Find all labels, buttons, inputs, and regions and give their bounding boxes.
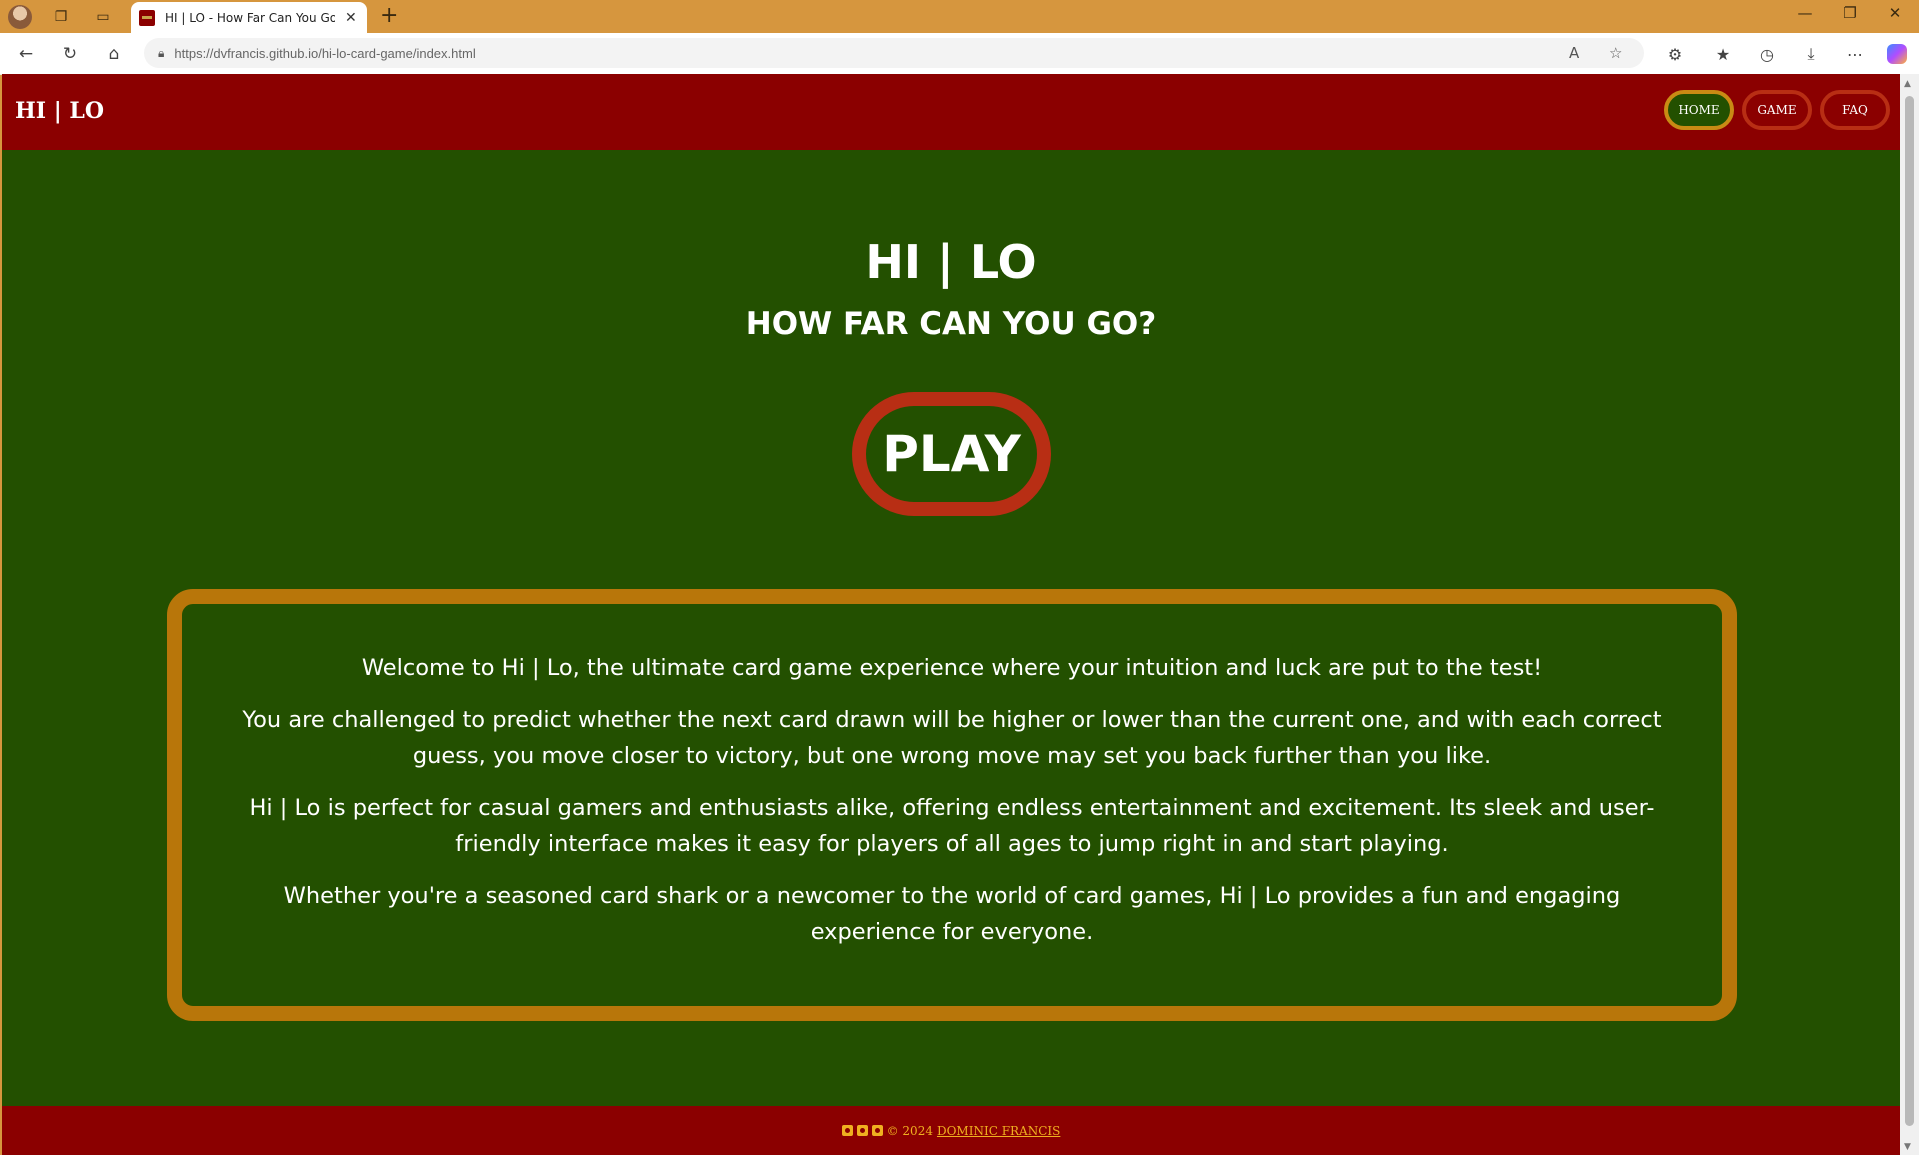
more-icon[interactable]: ⋯	[1843, 42, 1867, 66]
scroll-thumb[interactable]	[1905, 96, 1914, 1126]
copilot-icon[interactable]	[1885, 42, 1909, 66]
nav-faq-button[interactable]: FAQ	[1820, 90, 1890, 130]
scroll-up-icon[interactable]: ▲	[1904, 79, 1911, 89]
favorites-icon[interactable]: ★	[1711, 42, 1735, 66]
tab-title: HI | LO - How Far Can You Go?	[165, 10, 335, 25]
url-text[interactable]: https://dvfrancis.github.io/hi-lo-card-g…	[174, 46, 475, 61]
history-icon[interactable]: ◷	[1755, 42, 1779, 66]
tab-close-icon[interactable]: ✕	[345, 10, 357, 26]
site-header: HI | LO HOME GAME FAQ	[2, 74, 1900, 150]
back-icon[interactable]: ←	[14, 42, 38, 66]
new-tab-icon[interactable]: +	[380, 3, 398, 29]
browser-tab-active[interactable]: HI | LO - How Far Can You Go? ✕	[131, 2, 367, 33]
extensions-icon[interactable]: ⚙	[1663, 42, 1687, 66]
intro-paragraph: You are challenged to predict whether th…	[242, 707, 1662, 769]
nav-home-button[interactable]: HOME	[1664, 90, 1734, 130]
refresh-icon[interactable]: ↻	[58, 42, 82, 66]
restore-icon[interactable]: ❐	[1835, 4, 1865, 22]
github-icon[interactable]	[856, 1125, 868, 1136]
nav-game-button[interactable]: GAME	[1742, 90, 1812, 130]
address-toolbar: ← ↻ ⌂ 🔒︎ https://dvfrancis.github.io/hi-…	[0, 33, 1919, 75]
facebook-icon[interactable]	[871, 1125, 883, 1136]
play-button[interactable]: PLAY	[852, 392, 1051, 516]
read-aloud-icon[interactable]: A	[1569, 38, 1579, 68]
tab-favicon-icon	[139, 9, 155, 26]
site-logo[interactable]: HI | LO	[15, 98, 104, 124]
intro-paragraph: Whether you're a seasoned card shark or …	[283, 883, 1621, 945]
lock-icon[interactable]: 🔒︎	[158, 46, 164, 61]
intro-paragraph: Hi | Lo is perfect for casual gamers and…	[249, 795, 1655, 857]
intro-paragraph: Welcome to Hi | Lo, the ultimate card ga…	[361, 655, 1543, 681]
instagram-icon[interactable]	[841, 1125, 853, 1136]
address-bar[interactable]: 🔒︎ https://dvfrancis.github.io/hi-lo-car…	[144, 38, 1644, 68]
intro-panel: Welcome to Hi | Lo, the ultimate card ga…	[167, 589, 1737, 1021]
downloads-icon[interactable]: ⤓	[1799, 42, 1823, 66]
site-footer: © 2024 DOMINIC FRANCIS	[2, 1106, 1900, 1155]
page-title: HI | LO	[865, 235, 1037, 289]
author-link[interactable]: DOMINIC FRANCIS	[937, 1124, 1060, 1138]
home-icon[interactable]: ⌂	[102, 42, 126, 66]
close-window-icon[interactable]: ✕	[1880, 4, 1910, 22]
scroll-down-icon[interactable]: ▼	[1904, 1142, 1911, 1152]
copyright-text: © 2024	[886, 1123, 933, 1138]
page-subtitle: HOW FAR CAN YOU GO?	[745, 306, 1157, 342]
browser-tab-bar: ❐ ▭ HI | LO - How Far Can You Go? ✕ + — …	[0, 0, 1919, 33]
workspaces-icon[interactable]: ❐	[49, 5, 73, 29]
tab-actions-icon[interactable]: ▭	[91, 5, 115, 29]
page-viewport: HI | LO HOME GAME FAQ HI | LO HOW FAR CA…	[2, 74, 1900, 1155]
favorite-star-icon[interactable]: ☆	[1609, 38, 1622, 68]
vertical-scrollbar[interactable]: ▲ ▼	[1900, 74, 1919, 1155]
profile-avatar[interactable]	[8, 5, 32, 29]
minimize-icon[interactable]: —	[1790, 4, 1820, 22]
